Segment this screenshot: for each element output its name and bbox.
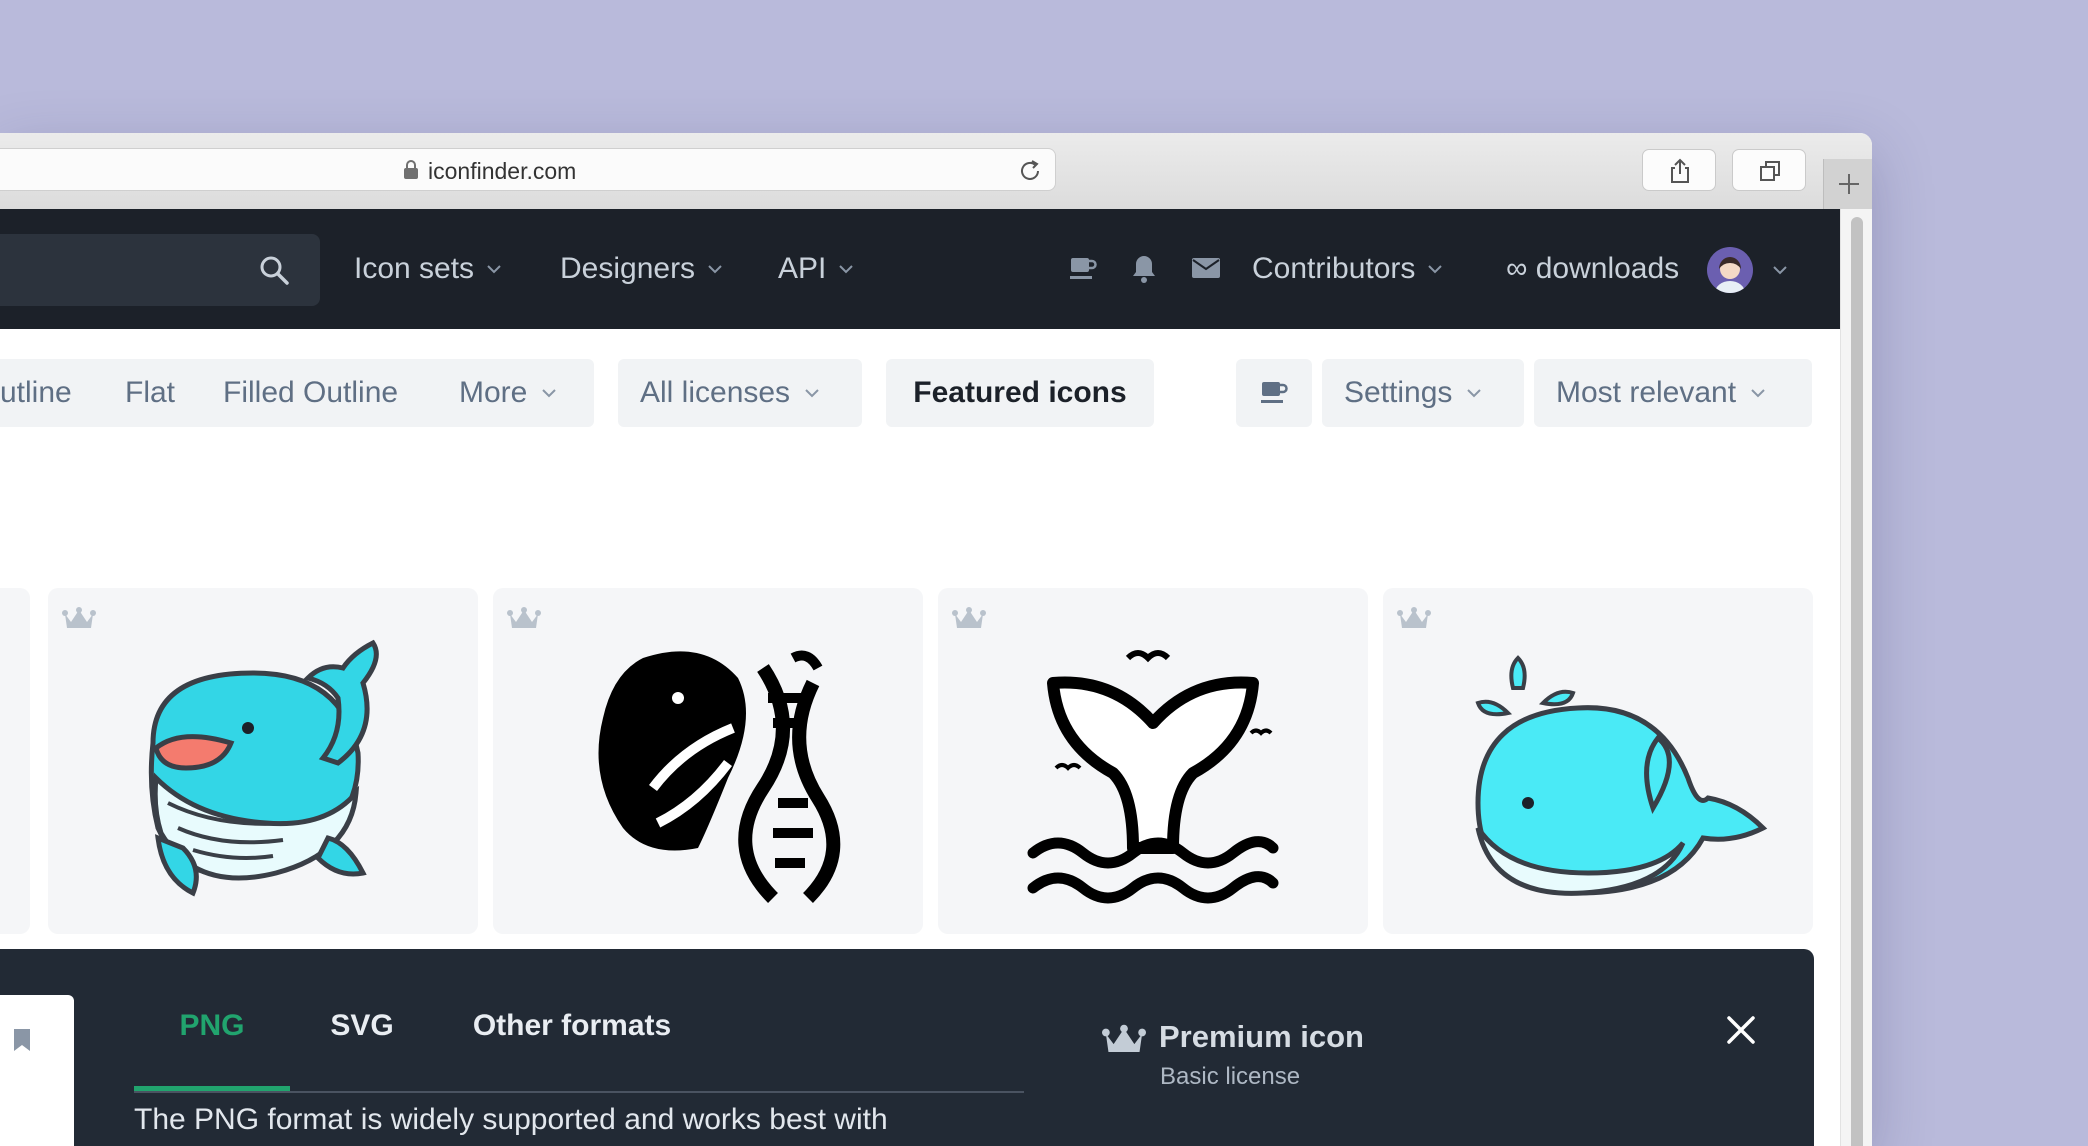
chevron-down-icon — [839, 265, 854, 274]
settings-dropdown[interactable]: Settings — [1322, 359, 1524, 427]
browser-toolbar: iconfinder.com — [0, 133, 1872, 210]
chevron-down-icon — [708, 265, 722, 274]
new-tab-button[interactable] — [1823, 159, 1872, 209]
tab-png-label: PNG — [179, 1009, 245, 1042]
chevron-down-icon — [805, 389, 819, 398]
icon-card-whale-tail[interactable] — [938, 588, 1368, 934]
address-bar[interactable]: iconfinder.com — [0, 148, 1056, 191]
tabs-icon — [1760, 161, 1780, 181]
chevron-down-icon — [487, 265, 501, 274]
tab-other-formats-label: Other formats — [472, 1009, 672, 1042]
chevron-down-icon — [1428, 265, 1443, 274]
license-dropdown-label: All licenses — [640, 376, 791, 409]
coffee-icon — [1261, 382, 1288, 403]
cute-whale-icon — [1475, 655, 1768, 896]
browser-window: iconfinder.com Icon sets Designers API C… — [0, 133, 1872, 1146]
scrollbar-thumb[interactable] — [1851, 217, 1863, 1146]
url-text: iconfinder.com — [428, 158, 577, 184]
premium-crown-icon — [1102, 1024, 1146, 1052]
icon-card-partial[interactable] — [0, 588, 30, 934]
downloads-label: ∞ downloads — [1506, 252, 1680, 285]
lock-icon — [404, 160, 418, 179]
share-button[interactable] — [1642, 149, 1716, 191]
style-filter-group: utline Flat Filled Outline More — [0, 359, 594, 427]
nav-designers[interactable]: Designers — [560, 209, 723, 329]
top-navigation: Icon sets Designers API Contributors ∞ d… — [0, 209, 1840, 329]
download-panel: PNG SVG Other formats The PNG format is … — [0, 949, 1814, 1146]
style-filter-outline[interactable]: utline — [0, 376, 72, 410]
tab-png[interactable]: PNG — [134, 1009, 290, 1091]
style-filter-more[interactable]: More — [459, 376, 557, 410]
whale-dna-icon — [598, 650, 841, 903]
chevron-down-icon — [1467, 389, 1482, 398]
coffee-icon[interactable] — [1068, 254, 1098, 284]
settings-dropdown-label: Settings — [1344, 376, 1453, 409]
nav-designers-label: Designers — [560, 252, 696, 285]
avatar-image — [1715, 257, 1745, 293]
nav-api-label: API — [778, 252, 827, 285]
nav-api[interactable]: API — [778, 209, 854, 329]
share-icon — [1671, 158, 1689, 183]
nav-icon-sets[interactable]: Icon sets — [354, 209, 502, 329]
featured-icons-toggle[interactable]: Featured icons — [886, 359, 1154, 427]
coffee-filter-button[interactable] — [1236, 359, 1312, 427]
tab-svg-label: SVG — [330, 1009, 394, 1042]
bell-icon[interactable] — [1130, 254, 1158, 284]
close-icon[interactable] — [1726, 1015, 1756, 1045]
bookmark-icon[interactable] — [12, 1027, 32, 1053]
mail-icon[interactable] — [1191, 256, 1221, 280]
tabs-button[interactable] — [1732, 149, 1806, 191]
search-icon[interactable] — [258, 254, 290, 286]
icon-card-whale-dna[interactable] — [493, 588, 923, 934]
new-tab-icon — [1839, 174, 1859, 194]
chevron-down-icon — [1751, 389, 1765, 398]
selected-icon-preview[interactable] — [0, 995, 74, 1146]
search-input[interactable] — [0, 234, 320, 306]
nav-icon-sets-label: Icon sets — [354, 252, 475, 285]
tab-svg[interactable]: SVG — [312, 1009, 412, 1089]
featured-icons-label: Featured icons — [913, 376, 1127, 409]
style-filter-flat[interactable]: Flat — [125, 376, 175, 410]
nav-downloads[interactable]: ∞ downloads — [1506, 209, 1679, 329]
chevron-down-icon[interactable] — [1772, 265, 1788, 275]
tab-other-formats[interactable]: Other formats — [450, 1009, 694, 1089]
format-description: The PNG format is widely supported and w… — [134, 1103, 888, 1136]
nav-contributors-label: Contributors — [1252, 252, 1416, 285]
license-dropdown[interactable]: All licenses — [618, 359, 862, 427]
nav-contributors[interactable]: Contributors — [1252, 209, 1443, 329]
whale-tail-icon — [1027, 650, 1279, 904]
icon-card-cartoon-whale[interactable] — [48, 588, 478, 934]
filter-bar: utline Flat Filled Outline More All lice… — [0, 359, 1840, 429]
sort-dropdown[interactable]: Most relevant — [1534, 359, 1812, 427]
style-filter-filled-outline[interactable]: Filled Outline — [223, 376, 398, 410]
cartoon-whale-icon — [148, 639, 379, 897]
reload-icon[interactable] — [1017, 158, 1043, 184]
premium-title: Premium icon — [1159, 1019, 1364, 1054]
license-type[interactable]: Basic license — [1160, 1063, 1300, 1091]
chevron-down-icon — [542, 389, 557, 398]
avatar[interactable] — [1707, 247, 1753, 293]
sort-dropdown-label: Most relevant — [1556, 376, 1737, 409]
scrollbar[interactable] — [1840, 209, 1872, 1146]
icon-card-cute-whale[interactable] — [1383, 588, 1813, 934]
format-tabs: PNG SVG Other formats — [134, 1009, 1024, 1093]
style-filter-more-label: More — [459, 376, 528, 409]
